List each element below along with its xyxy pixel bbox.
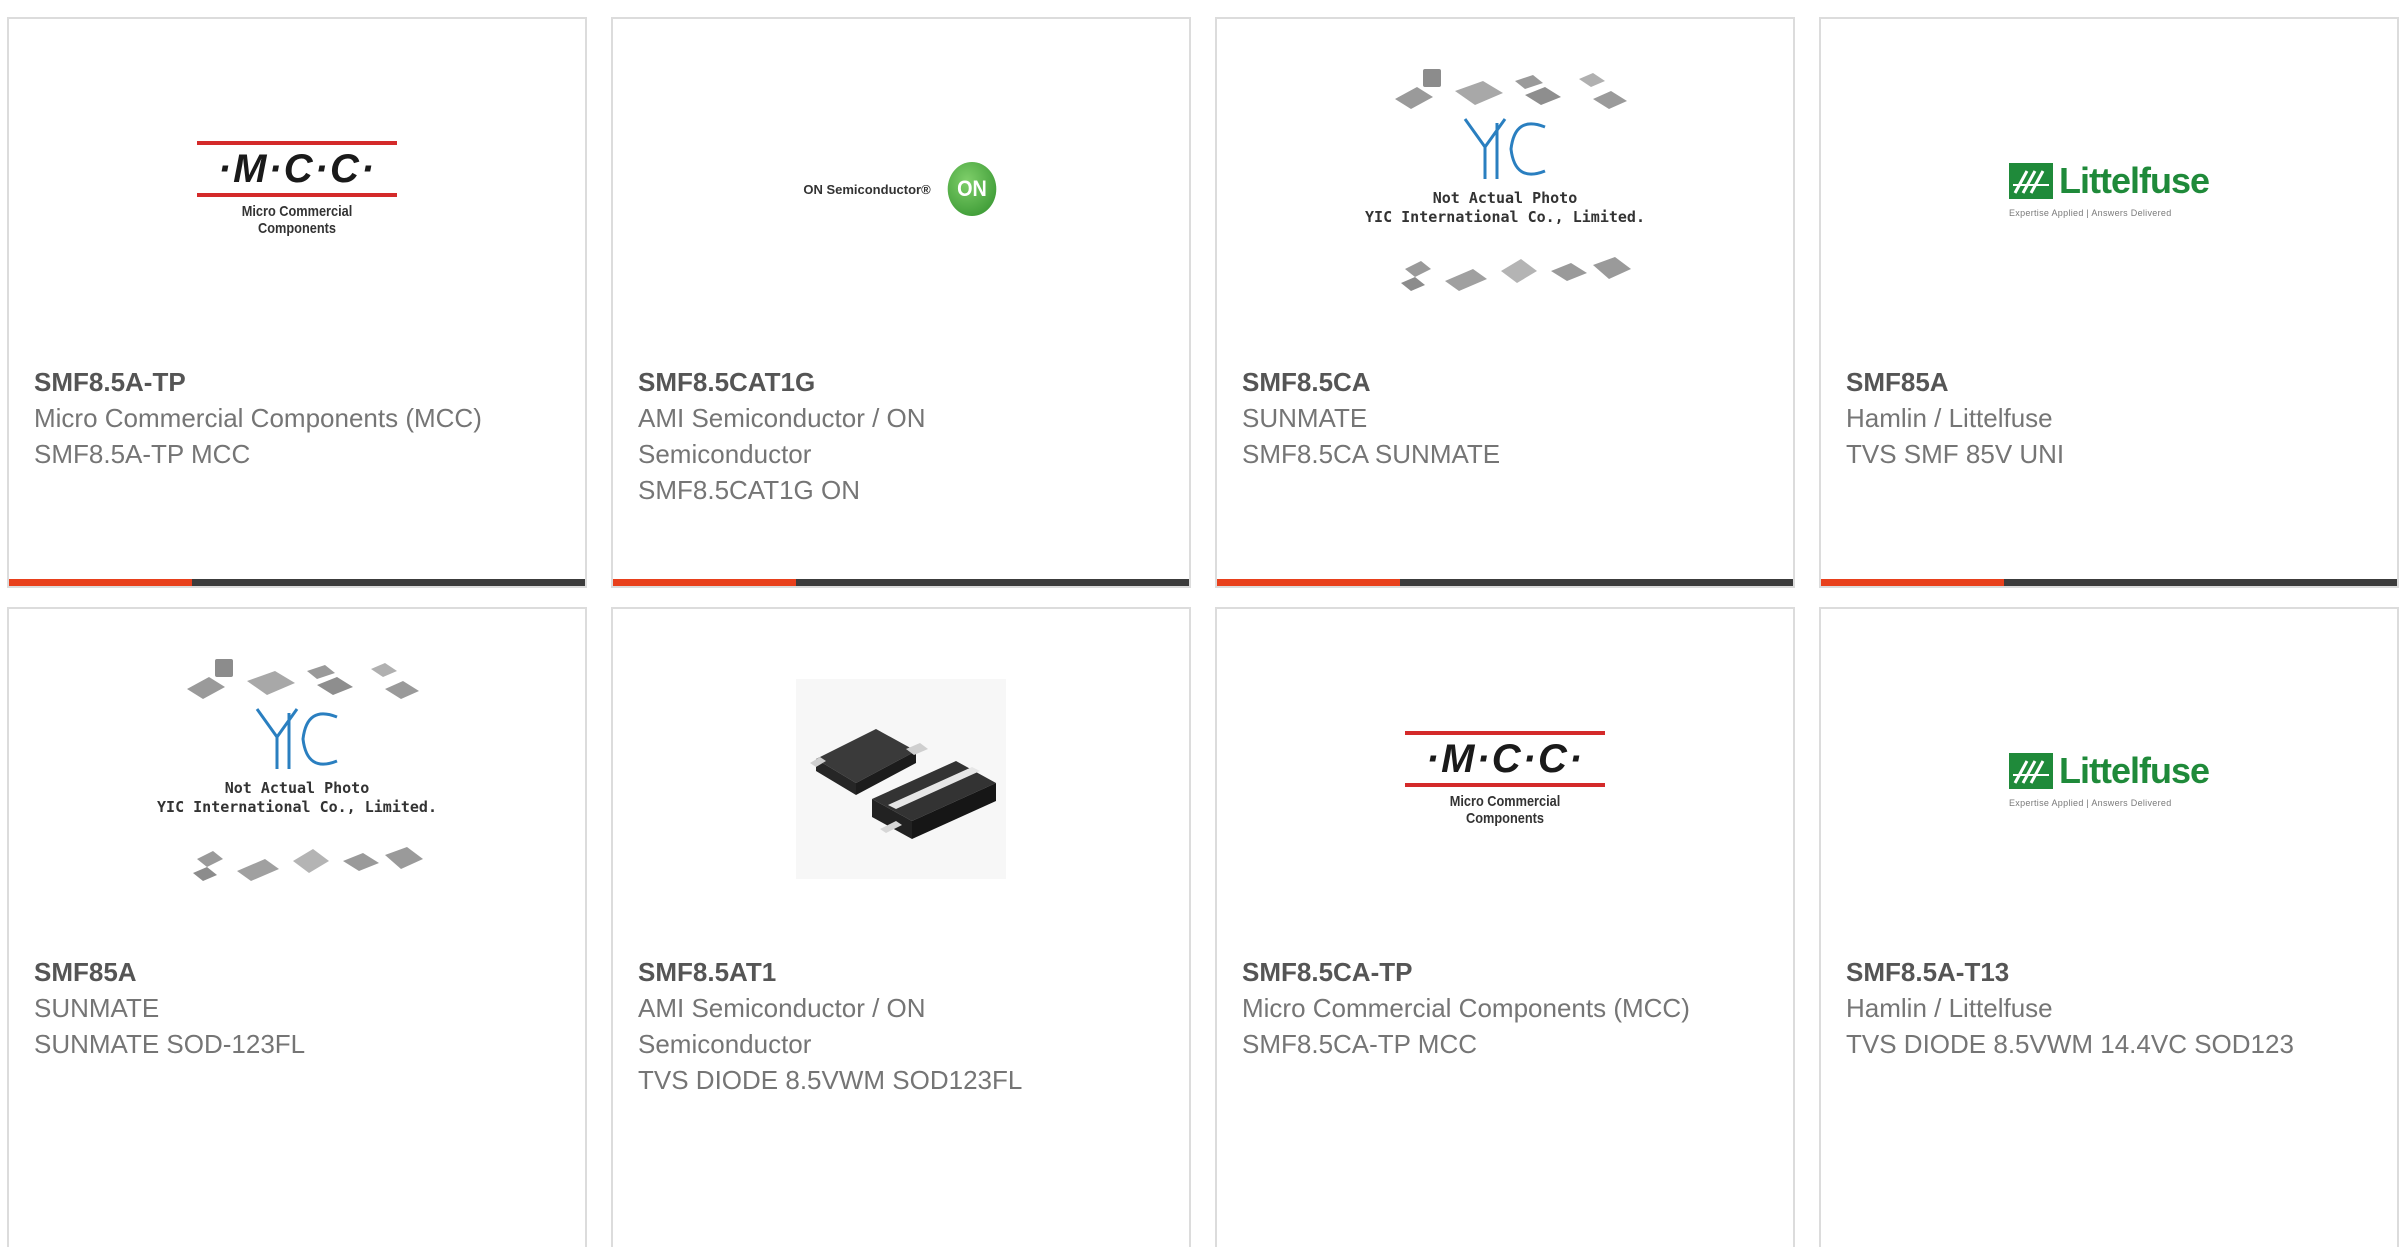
part-number[interactable]: SMF8.5AT1 xyxy=(638,954,1088,990)
part-number[interactable]: SMF8.5CA-TP xyxy=(1242,954,1692,990)
part-number[interactable]: SMF8.5CAT1G xyxy=(638,364,1088,400)
part-number[interactable]: SMF8.5A-TP xyxy=(34,364,484,400)
product-card[interactable]: ·M·C·C· Micro Commercial Components SMF8… xyxy=(7,17,587,588)
product-card[interactable]: ON Semiconductor® ON SMF8.5CAT1G AMI Sem… xyxy=(611,17,1191,588)
description: TVS DIODE 8.5VWM SOD123FL xyxy=(638,1065,1023,1095)
manufacturer: Micro Commercial Components (MCC) xyxy=(1242,993,1690,1023)
product-image: ON Semiconductor® ON xyxy=(613,19,1189,359)
card-accent-bar xyxy=(613,579,1189,586)
part-number[interactable]: SMF8.5A-T13 xyxy=(1846,954,2296,990)
description: SMF8.5CA SUNMATE xyxy=(1242,439,1501,469)
manufacturer: AMI Semiconductor / ON Semiconductor xyxy=(638,993,926,1059)
part-number[interactable]: SMF8.5CA xyxy=(1242,364,1692,400)
product-card[interactable]: ·M·C·C· Micro Commercial Components SMF8… xyxy=(1215,607,1795,1247)
product-card[interactable]: Not Actual Photo YIC International Co., … xyxy=(1215,17,1795,588)
mcc-logo: ·M·C·C· Micro Commercial Components xyxy=(197,141,397,237)
description: SMF8.5A-TP MCC xyxy=(34,439,251,469)
product-card[interactable]: Not Actual Photo YIC International Co., … xyxy=(7,607,587,1247)
product-image: ·M·C·C· Micro Commercial Components xyxy=(1217,609,1793,949)
mcc-logo: ·M·C·C· Micro Commercial Components xyxy=(1405,731,1605,827)
product-image xyxy=(613,609,1189,949)
manufacturer: SUNMATE xyxy=(1242,403,1368,433)
description: TVS SMF 85V UNI xyxy=(1846,439,2065,469)
product-grid: ·M·C·C· Micro Commercial Components SMF8… xyxy=(0,0,2400,1247)
product-card[interactable]: Littelfuse Expertise Applied | Answers D… xyxy=(1819,17,2399,588)
manufacturer: SUNMATE xyxy=(34,993,160,1023)
product-card[interactable]: Littelfuse Expertise Applied | Answers D… xyxy=(1819,607,2399,1247)
part-number[interactable]: SMF85A xyxy=(34,954,484,990)
littelfuse-logo: Littelfuse Expertise Applied | Answers D… xyxy=(2008,750,2210,808)
diode-photo xyxy=(796,679,1006,879)
product-image: Littelfuse Expertise Applied | Answers D… xyxy=(1821,19,2397,359)
card-accent-bar xyxy=(1217,579,1793,586)
product-image: ·M·C·C· Micro Commercial Components xyxy=(9,19,585,359)
manufacturer: Hamlin / Littelfuse xyxy=(1846,403,2053,433)
littelfuse-mark-icon xyxy=(2008,753,2053,789)
product-card[interactable]: SMF8.5AT1 AMI Semiconductor / ON Semicon… xyxy=(611,607,1191,1247)
manufacturer: Micro Commercial Components (MCC) xyxy=(34,403,482,433)
yic-placeholder-image: Not Actual Photo YIC International Co., … xyxy=(1365,59,1645,319)
littelfuse-mark-icon xyxy=(2008,163,2053,199)
card-accent-bar xyxy=(9,579,585,586)
product-image: Littelfuse Expertise Applied | Answers D… xyxy=(1821,609,2397,949)
description: SMF8.5CA-TP MCC xyxy=(1242,1029,1477,1059)
yic-placeholder-image: Not Actual Photo YIC International Co., … xyxy=(157,649,437,909)
product-image: Not Actual Photo YIC International Co., … xyxy=(1217,19,1793,359)
part-number[interactable]: SMF85A xyxy=(1846,364,2296,400)
littelfuse-logo: Littelfuse Expertise Applied | Answers D… xyxy=(2008,160,2210,218)
on-semiconductor-logo: ON Semiconductor® ON xyxy=(803,162,998,216)
manufacturer: Hamlin / Littelfuse xyxy=(1846,993,2053,1023)
card-accent-bar xyxy=(1821,579,2397,586)
description: TVS DIODE 8.5VWM 14.4VC SOD123 xyxy=(1846,1029,2294,1059)
description: SUNMATE SOD-123FL xyxy=(34,1029,306,1059)
description: SMF8.5CAT1G ON xyxy=(638,475,861,505)
manufacturer: AMI Semiconductor / ON Semiconductor xyxy=(638,403,926,469)
product-image: Not Actual Photo YIC International Co., … xyxy=(9,609,585,949)
